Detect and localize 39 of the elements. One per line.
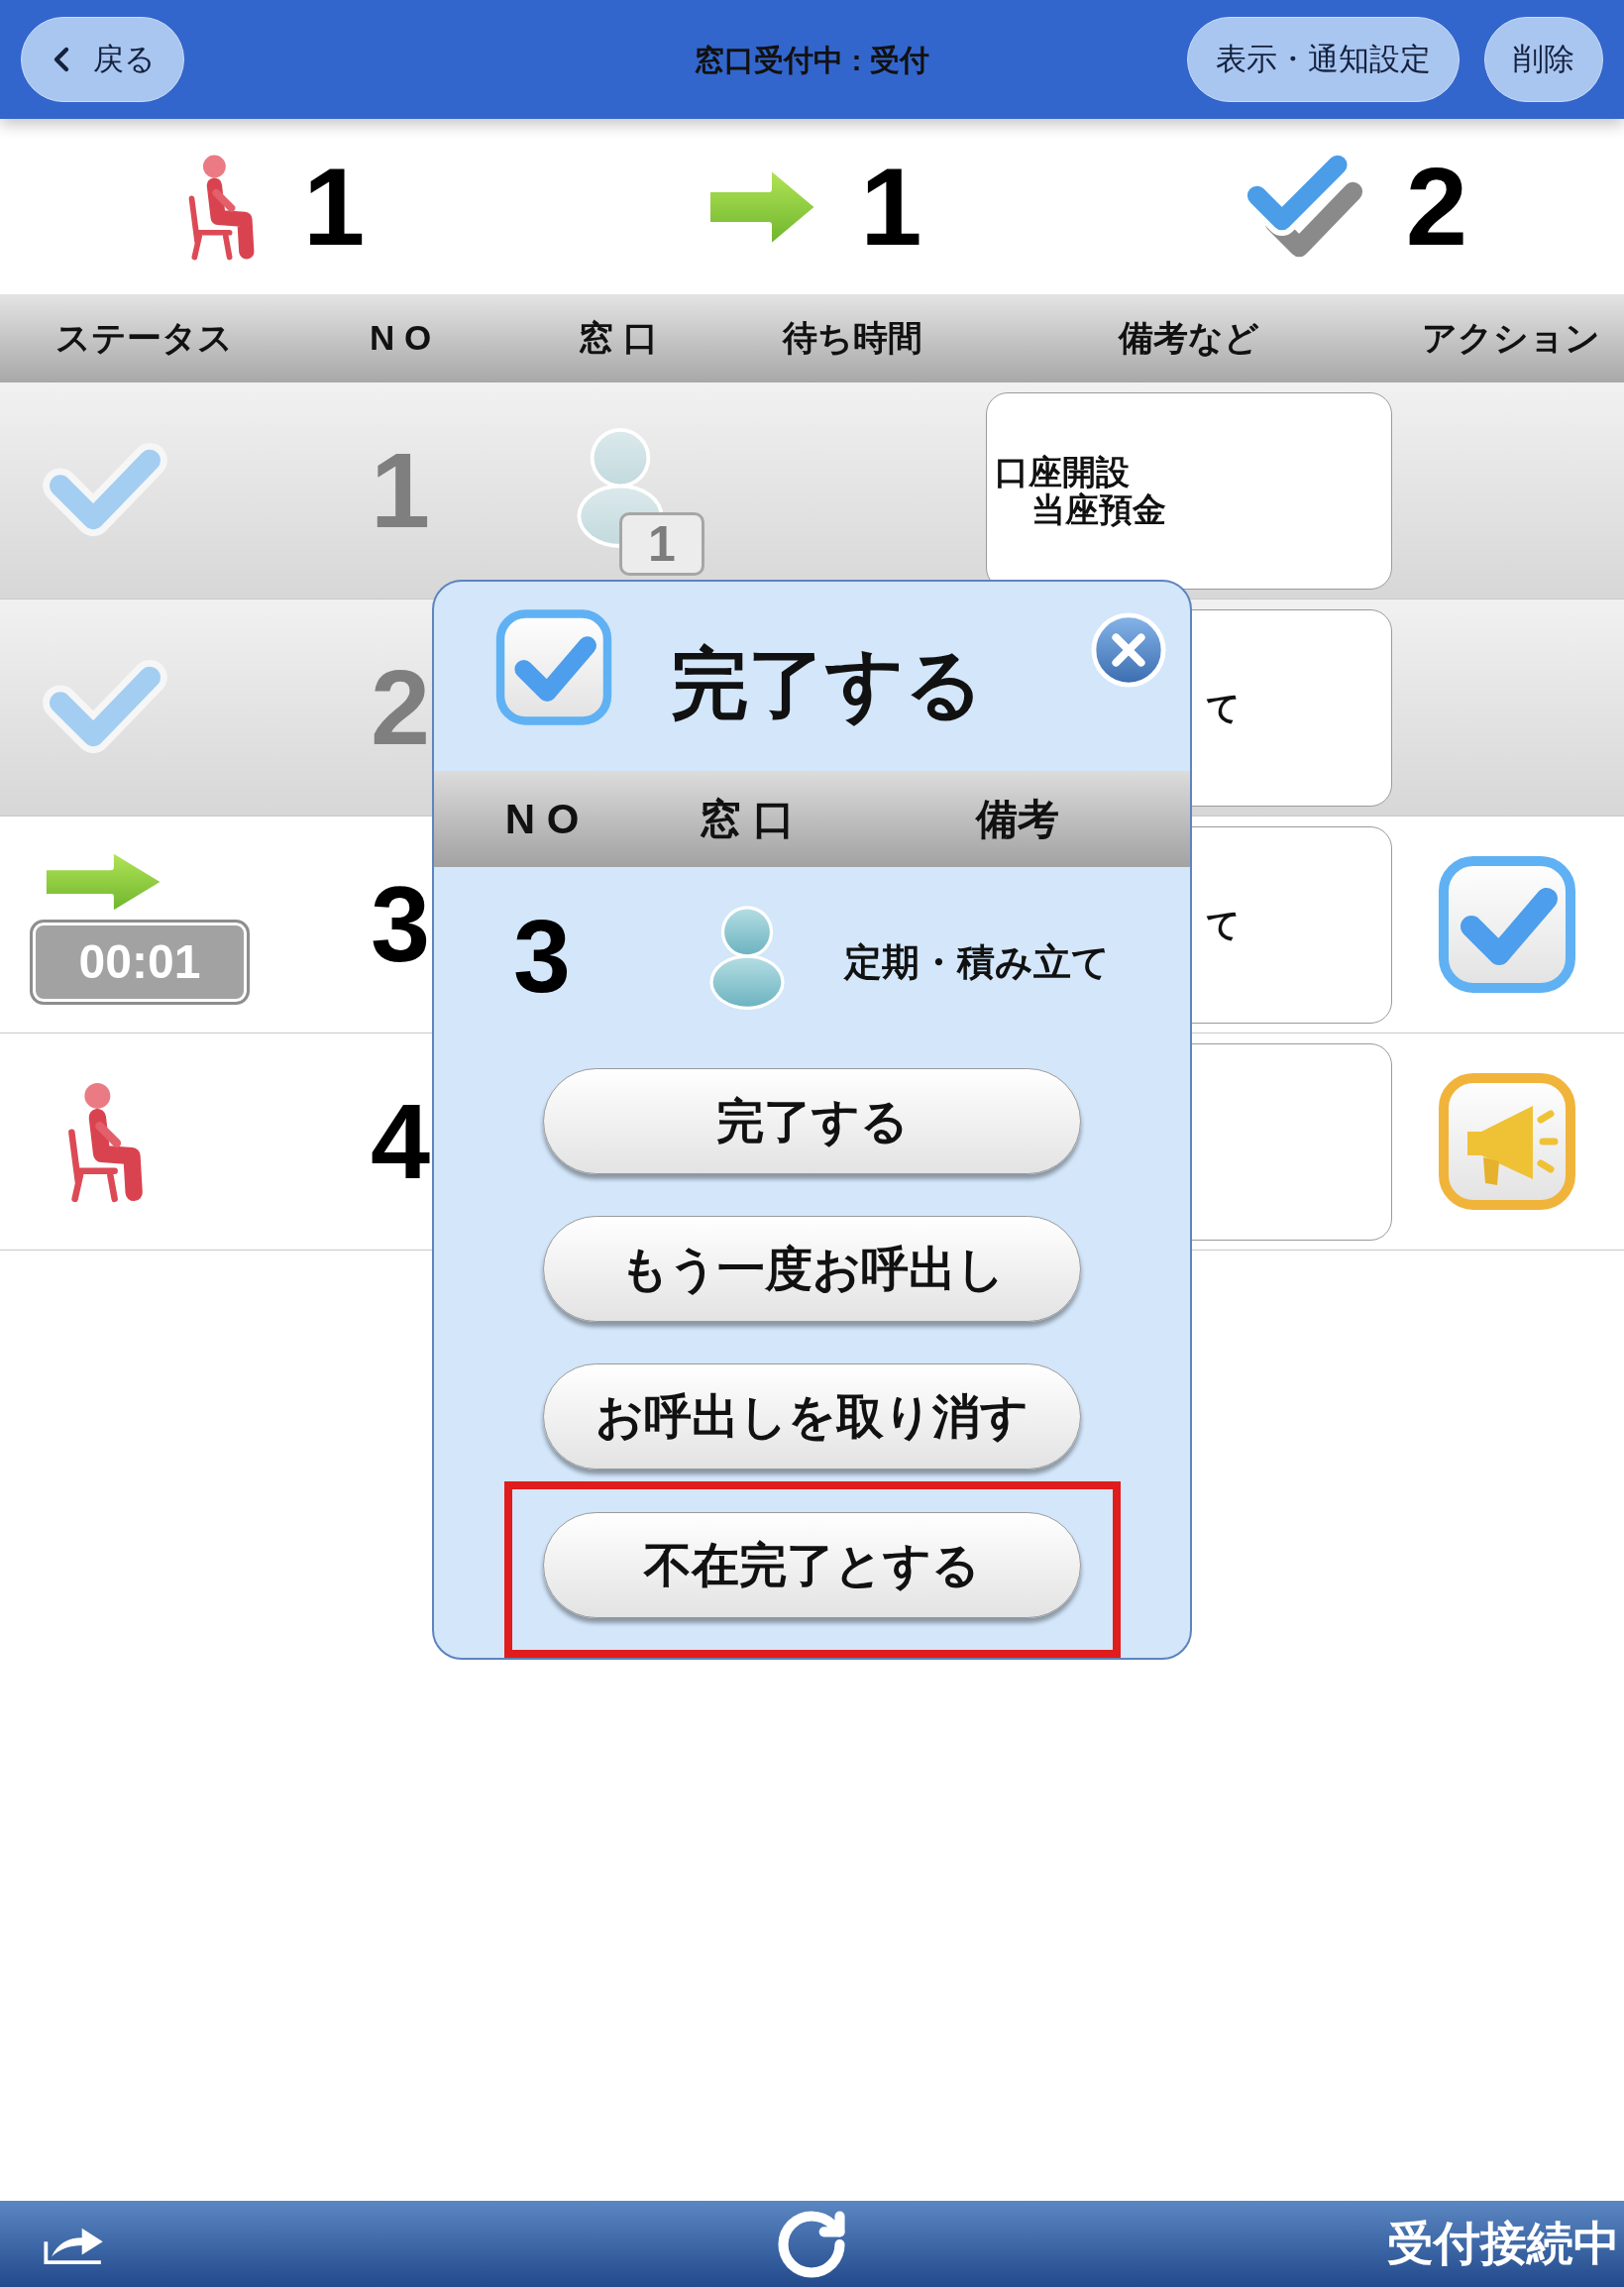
check-square-icon [495, 607, 612, 727]
close-icon [1090, 611, 1167, 689]
column-header: 窓 口 [699, 795, 796, 844]
memo-text: 定期・積み立て [844, 939, 1110, 985]
column-header: 備考など [1117, 317, 1260, 360]
column-header: アクション [1420, 317, 1601, 360]
column-header: N O [368, 317, 433, 360]
header-button[interactable]: 表示・通知設定 [1187, 17, 1460, 102]
option-button[interactable]: もう一度お呼出し [543, 1216, 1081, 1322]
ticket-number: 2 [370, 654, 431, 761]
ticket-number: 3 [370, 871, 431, 978]
column-header: ステータス [54, 317, 234, 360]
header-button[interactable]: 削除 [1484, 17, 1603, 102]
count-label: 2 [1405, 151, 1467, 263]
wait-timer: 00:01 [30, 920, 250, 1005]
column-header: 窓 口 [578, 317, 659, 360]
ticket-number: 3 [513, 905, 571, 1008]
connection-status: 受付接続中 [1387, 2216, 1620, 2272]
back-button[interactable]: 戻る [21, 17, 184, 102]
ticket-number: 1 [370, 437, 431, 544]
column-header: 備考 [974, 795, 1060, 844]
memo-text: て [1206, 689, 1241, 726]
memo-text: て [1206, 906, 1241, 943]
column-header: N O [503, 795, 581, 844]
count-label: 1 [303, 151, 366, 263]
complete-button[interactable] [1438, 855, 1576, 994]
memo-text: 当座預金 [1031, 490, 1166, 528]
page-title: 窓口受付中 : 受付 [695, 42, 929, 78]
ticket-number: 4 [370, 1088, 431, 1195]
option-button[interactable]: お呼出しを取り消す [543, 1363, 1081, 1470]
megaphone-icon [1438, 1072, 1576, 1211]
check-square-icon [1438, 855, 1576, 994]
close-button[interactable] [1090, 611, 1167, 689]
column-header: 待ち時間 [781, 317, 923, 360]
count-label: 1 [860, 151, 922, 263]
window-badge: 1 [619, 512, 704, 576]
option-button[interactable]: 完了する [543, 1068, 1081, 1174]
memo-text: 口座開設 [995, 453, 1130, 490]
option-button[interactable]: 不在完了とする [543, 1512, 1081, 1618]
